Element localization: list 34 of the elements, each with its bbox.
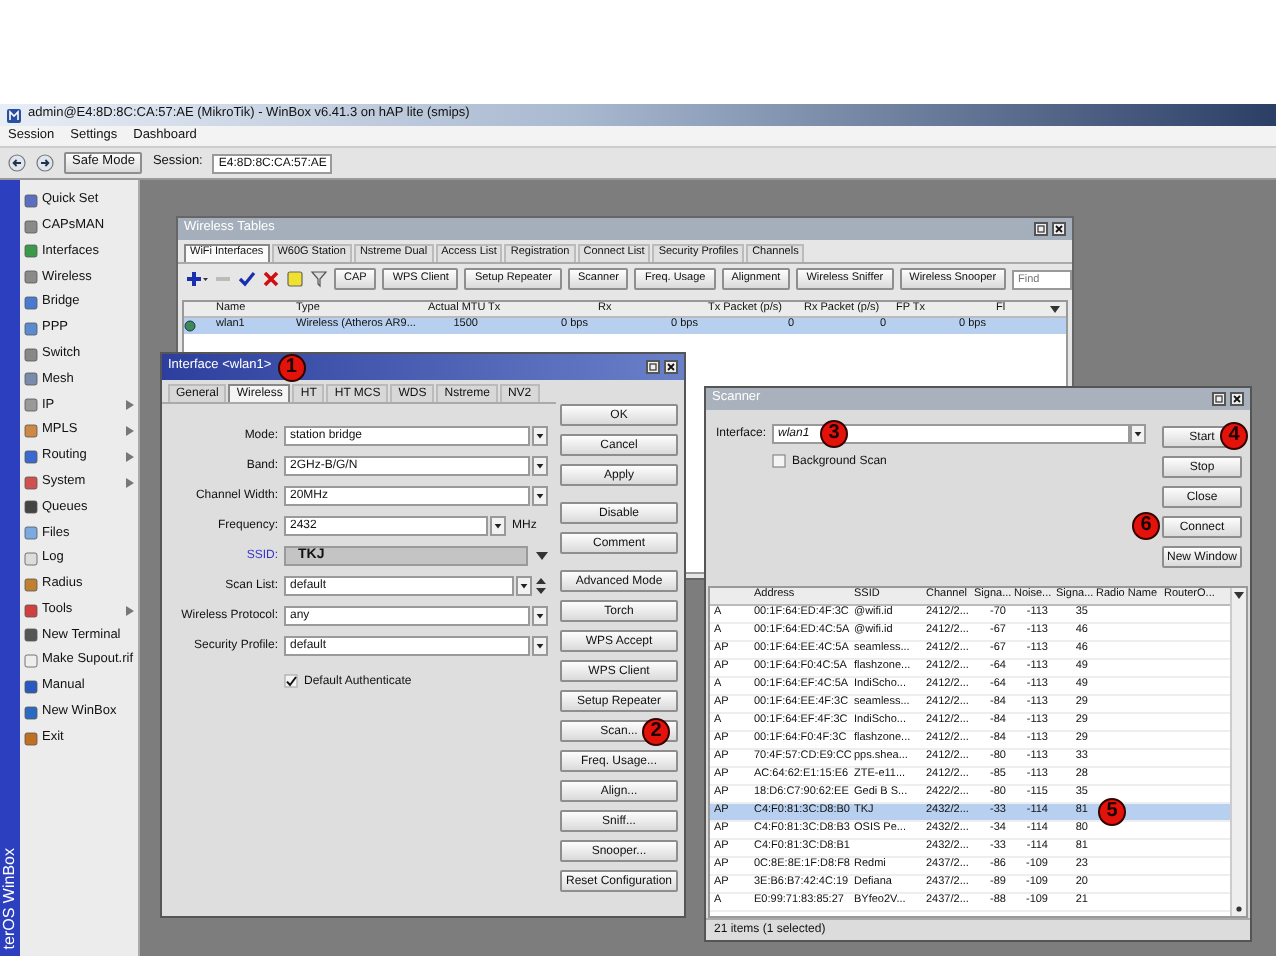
checkbox[interactable] [772,454,786,468]
number-badge: 1 [277,353,306,381]
submenu-arrow-icon [126,400,134,411]
restore-icon[interactable] [1212,392,1226,406]
cross-icon[interactable] [262,270,280,288]
checkbox[interactable] [284,674,298,688]
caret-icon[interactable] [1050,305,1060,313]
note-icon[interactable] [286,270,304,288]
restore-icon[interactable] [1034,222,1048,236]
up-down-icon[interactable] [534,575,548,595]
submenu-arrow-icon [126,451,134,462]
close-icon[interactable] [1230,392,1244,406]
redo-icon[interactable] [36,154,54,172]
brand-text: terOS WinBox [2,848,18,950]
submenu-arrow-icon [126,426,134,437]
caret-icon[interactable] [536,551,548,559]
restore-icon[interactable] [646,360,660,374]
number-badge: 4 [1220,422,1248,450]
number-badge: 3 [820,420,849,448]
undo-icon[interactable] [8,154,26,172]
checkmark-icon[interactable] [238,270,256,288]
close-icon[interactable] [664,360,678,374]
scrollbar[interactable] [1230,588,1246,916]
submenu-arrow-icon [126,605,134,616]
number-badge: 2 [642,718,670,746]
number-badge: 6 [1132,512,1160,540]
filter-icon[interactable] [310,270,328,288]
number-badge: 5 [1098,798,1126,826]
close-icon[interactable] [1052,222,1066,236]
submenu-arrow-icon [126,477,134,488]
add-icon[interactable] [186,270,208,288]
scroll-dot-icon [1236,906,1242,912]
caret-icon[interactable] [1234,592,1244,600]
interface-icon [184,320,196,332]
